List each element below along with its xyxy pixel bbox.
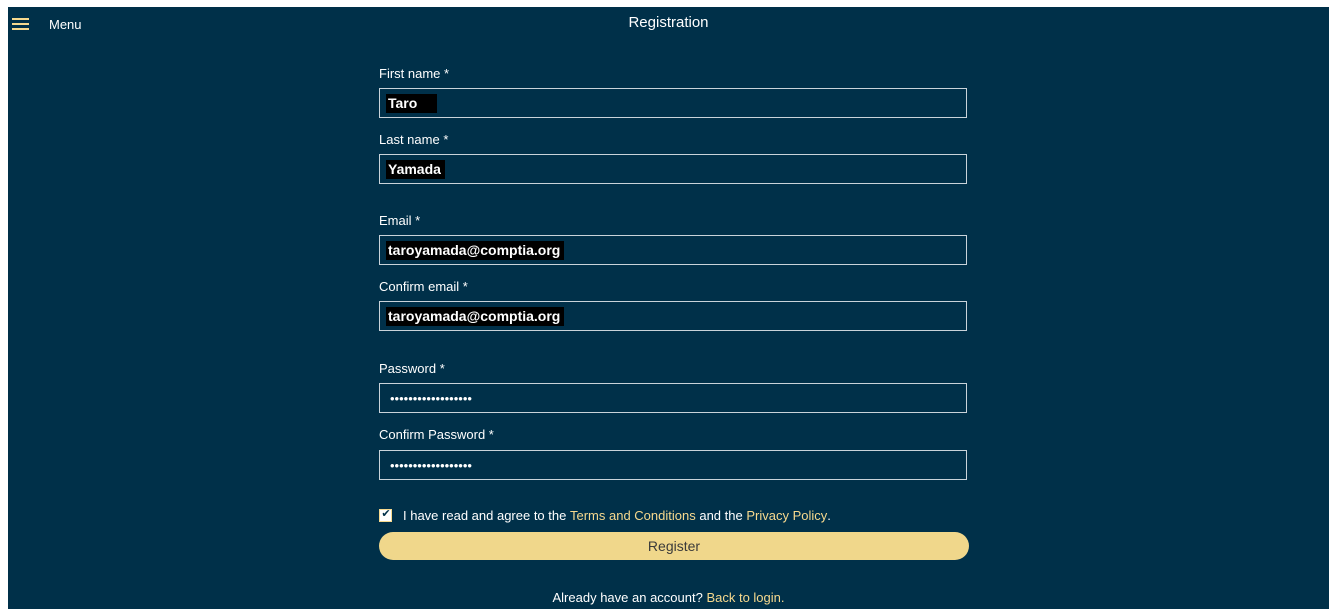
terms-agreement: ✔ I have read and agree to the Terms and…: [379, 506, 831, 524]
agree-text-middle: and the: [699, 507, 743, 523]
back-to-login-link[interactable]: Back to login.: [706, 590, 784, 605]
checkmark-icon: ✔: [381, 507, 391, 520]
page-title: Registration: [628, 14, 709, 31]
login-prompt: Already have an account? Back to login.: [8, 590, 1329, 605]
register-button[interactable]: Register: [379, 532, 969, 560]
first-name-label: First name *: [379, 66, 450, 81]
password-value: ••••••••••••••••••: [390, 391, 472, 406]
last-name-label: Last name *: [379, 132, 449, 147]
registration-page: Menu Registration First name * Taro Last…: [8, 7, 1329, 609]
last-name-field[interactable]: Yamada: [379, 154, 967, 184]
confirm-email-value: taroyamada@comptia.org: [386, 307, 565, 326]
first-name-value: Taro: [386, 94, 438, 113]
privacy-link[interactable]: Privacy Policy: [746, 508, 827, 523]
last-name-value: Yamada: [386, 160, 445, 179]
password-field[interactable]: ••••••••••••••••••: [379, 383, 967, 413]
first-name-field[interactable]: Taro: [379, 88, 967, 118]
agree-text-before: I have read and agree to the: [403, 507, 567, 523]
top-bar: Menu Registration: [8, 7, 1329, 39]
email-value: taroyamada@comptia.org: [386, 241, 565, 260]
password-label: Password *: [379, 361, 445, 376]
email-field[interactable]: taroyamada@comptia.org: [379, 235, 967, 265]
login-prompt-text: Already have an account?: [552, 590, 703, 605]
agree-text-after: .: [827, 507, 831, 523]
agree-checkbox[interactable]: ✔: [379, 507, 392, 522]
confirm-password-value: ••••••••••••••••••: [390, 458, 472, 473]
confirm-password-label: Confirm Password *: [379, 427, 494, 442]
confirm-password-field[interactable]: ••••••••••••••••••: [379, 450, 967, 480]
confirm-email-label: Confirm email *: [379, 279, 468, 294]
terms-link[interactable]: Terms and Conditions: [570, 508, 696, 523]
confirm-email-field[interactable]: taroyamada@comptia.org: [379, 301, 967, 331]
email-label: Email *: [379, 213, 421, 228]
